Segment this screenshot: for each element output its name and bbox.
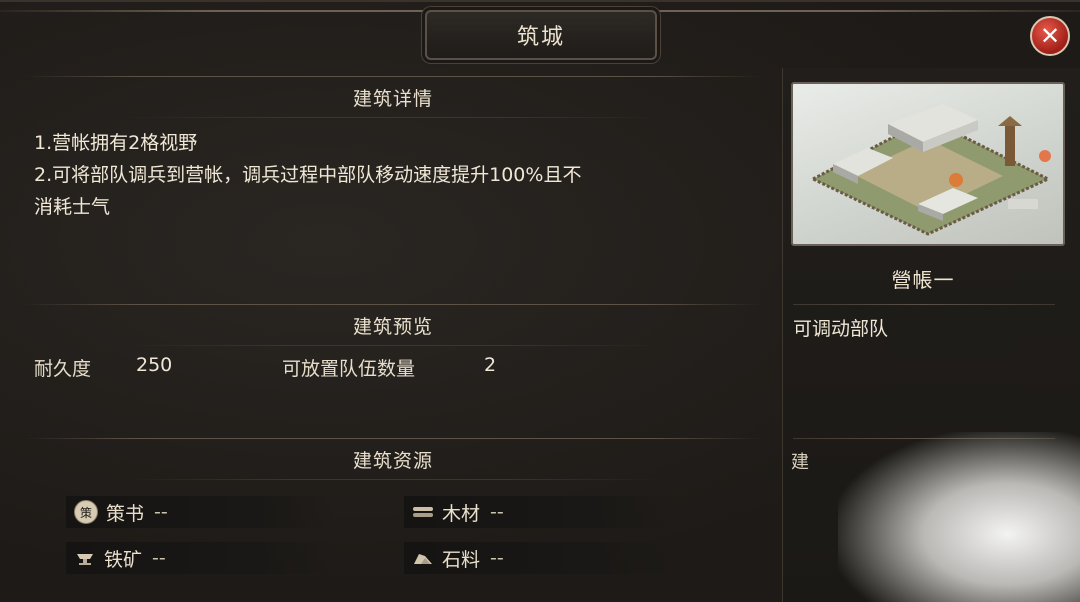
durability-value: 250 (136, 354, 173, 376)
resource-wood: 木材 -- (404, 496, 674, 528)
resource-strategy-book: 策 策书 -- (66, 496, 336, 528)
team-slots-value: 2 (484, 354, 497, 376)
dialog-window: 筑城 ✕ 建筑详情 1.营帐拥有2格视野 2.可将部队调兵到营帐，调兵过程中部队… (0, 0, 1080, 602)
stone-icon (412, 547, 434, 569)
building-name-text: 營帳一 (891, 267, 955, 292)
details-header-text: 建筑详情 (352, 87, 433, 110)
resource-name: 策书 (106, 502, 145, 525)
resource-value: -- (490, 547, 504, 569)
durability-label: 耐久度 (34, 358, 92, 380)
resource-stone: 石料 -- (404, 542, 674, 574)
resources-header-text: 建筑资源 (352, 449, 433, 472)
close-icon: ✕ (1039, 22, 1061, 50)
camp-building-image (791, 82, 1065, 246)
strategy-book-icon: 策 (74, 500, 98, 524)
side-bottom-text: 建 (791, 452, 809, 473)
preview-header: 建筑预览 (24, 304, 762, 346)
building-preview-panel: 營帳一 可调动部队 建 (782, 68, 1080, 602)
resource-name: 木材 (442, 502, 481, 525)
building-function-text: 可调动部队 (793, 318, 889, 340)
dialog-title: 筑城 (425, 10, 657, 60)
details-line-3: 消耗士气 (34, 196, 111, 218)
details-line-1: 1.营帐拥有2格视野 (34, 132, 198, 154)
dialog-title-text: 筑城 (516, 25, 565, 50)
details-line-2: 2.可将部队调兵到营帐，调兵过程中部队移动速度提升100%且不 (34, 164, 582, 186)
iron-ore-icon (74, 547, 96, 569)
resource-iron-ore: 铁矿 -- (66, 542, 336, 574)
details-header: 建筑详情 (24, 76, 762, 118)
resource-name: 铁矿 (104, 548, 143, 571)
resource-value: -- (152, 547, 166, 569)
side-divider (793, 304, 1055, 305)
resource-name: 石料 (442, 548, 481, 571)
building-name: 營帳一 (783, 258, 1063, 298)
building-info-panel: 建筑详情 1.营帐拥有2格视野 2.可将部队调兵到营帐，调兵过程中部队移动速度提… (24, 68, 762, 602)
side-divider (793, 438, 1055, 439)
resources-header: 建筑资源 (24, 438, 762, 480)
team-slots-label: 可放置队伍数量 (282, 358, 416, 380)
resource-value: -- (154, 501, 168, 523)
close-button[interactable]: ✕ (1030, 16, 1070, 56)
wood-icon (412, 501, 434, 523)
resource-value: -- (490, 501, 504, 523)
preview-header-text: 建筑预览 (352, 315, 433, 338)
